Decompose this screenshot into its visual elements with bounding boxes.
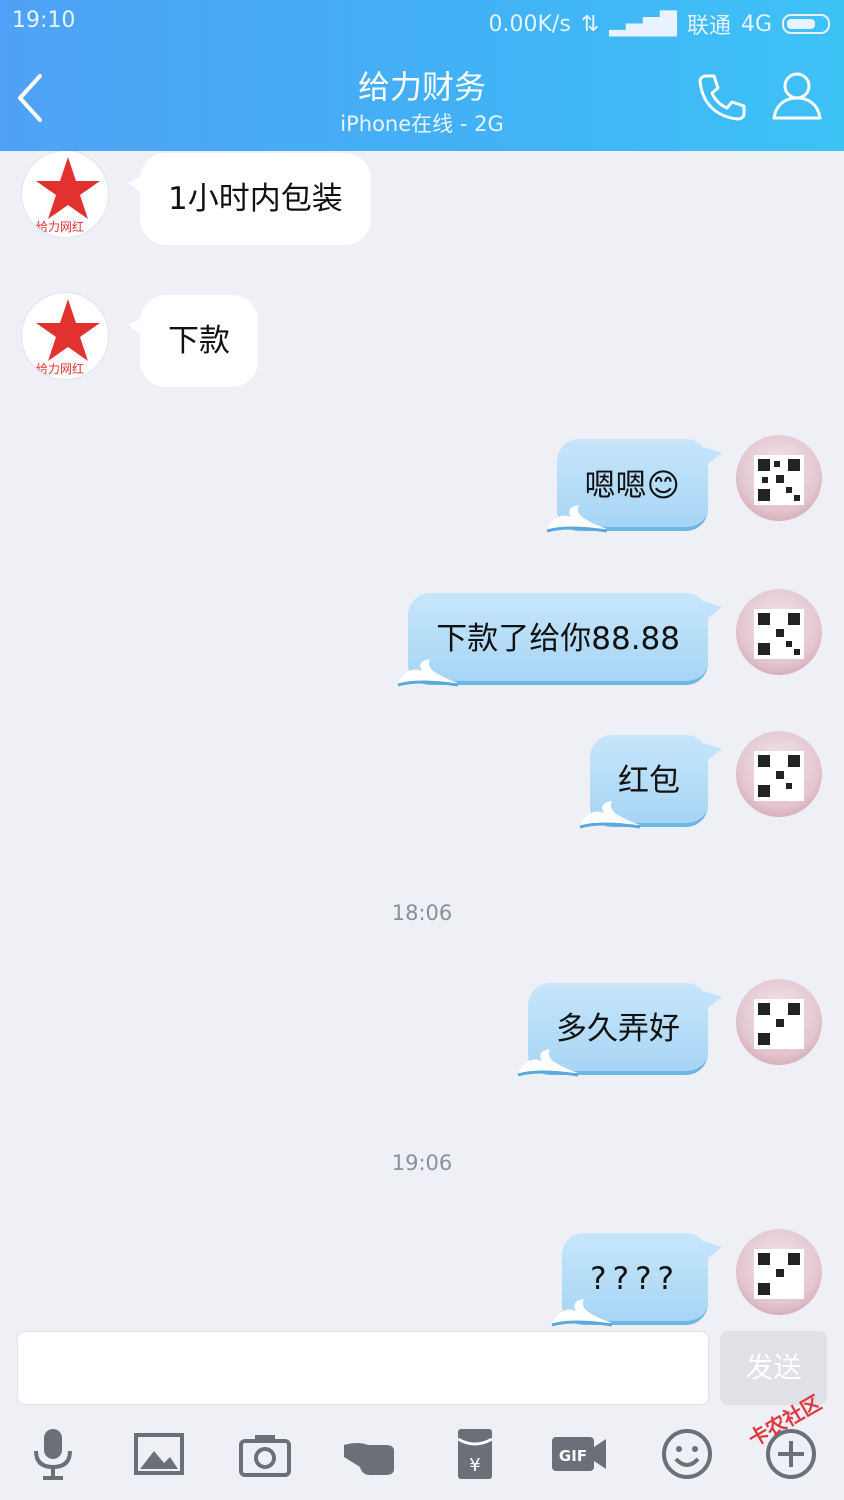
message-bubble[interactable]: 下款了给你88.88 — [397, 593, 722, 687]
wave-decoration-icon — [517, 1049, 579, 1077]
signal-icon: ▂▄▆█ — [609, 11, 677, 37]
camera-icon[interactable] — [236, 1425, 294, 1483]
input-toolbar: ¥ GIF — [0, 1421, 844, 1497]
my-avatar[interactable] — [736, 589, 822, 675]
smile-emoji-icon: 😊 — [646, 466, 680, 504]
wave-decoration-icon — [397, 659, 459, 687]
input-area: 发送 ¥ GIF — [0, 1331, 844, 1500]
status-indicators: 0.00K/s ⇅ ▂▄▆█ 联通 4G — [489, 8, 830, 40]
qr-code-icon — [754, 609, 804, 659]
status-bar: 19:10 0.00K/s ⇅ ▂▄▆█ 联通 4G — [0, 0, 844, 46]
contact-avatar[interactable]: 给力网红 — [22, 293, 108, 379]
svg-text:¥: ¥ — [469, 1455, 480, 1476]
message-row: 红包 — [0, 731, 844, 841]
image-icon[interactable] — [130, 1425, 188, 1483]
gif-icon[interactable]: GIF — [550, 1425, 608, 1483]
message-row: 给力网红 下款 — [0, 293, 844, 393]
red-packet-icon[interactable]: ¥ — [446, 1425, 504, 1483]
message-row: 多久弄好 — [0, 979, 844, 1089]
message-bubble[interactable]: 多久弄好 — [517, 983, 722, 1077]
message-bubble[interactable]: 嗯嗯😊 — [546, 439, 723, 533]
svg-text:GIF: GIF — [559, 1447, 587, 1465]
contact-avatar[interactable]: 给力网红 — [22, 151, 108, 237]
chat-area[interactable]: 给力网红 1小时内包装 给力网红 下款 嗯嗯😊 下款了给你88.88 红包 18… — [0, 151, 844, 1331]
carrier-name: 联通 — [686, 14, 731, 39]
message-bubble[interactable]: 红包 — [579, 735, 722, 829]
avatar-logo-text: 给力网红 — [36, 219, 84, 234]
poke-icon[interactable] — [342, 1425, 400, 1483]
data-transfer-icon: ⇅ — [580, 11, 600, 37]
qr-code-icon — [754, 455, 804, 505]
my-avatar[interactable] — [736, 979, 822, 1065]
message-bubble[interactable]: ???? — [551, 1233, 722, 1327]
timestamp: 19:06 — [391, 1151, 453, 1175]
wave-decoration-icon — [546, 505, 607, 533]
emoji-icon[interactable] — [658, 1425, 716, 1483]
message-row: ???? — [0, 1229, 844, 1331]
star-logo-icon: 给力网红 — [36, 157, 100, 234]
status-time: 19:10 — [12, 8, 76, 33]
network-speed: 0.00K/s — [488, 11, 571, 37]
message-row: 嗯嗯😊 — [0, 435, 844, 545]
wave-decoration-icon — [551, 1299, 613, 1327]
wave-decoration-icon — [579, 801, 641, 829]
avatar-logo-text: 给力网红 — [36, 361, 84, 376]
message-bubble[interactable]: 下款 — [128, 295, 258, 387]
timestamp: 18:06 — [391, 901, 453, 925]
message-input[interactable] — [17, 1331, 709, 1405]
qr-code-icon — [754, 1249, 804, 1299]
mic-icon[interactable] — [24, 1425, 82, 1483]
message-text: 下款了给你88.88 — [436, 621, 680, 657]
message-bubble[interactable]: 1小时内包装 — [128, 153, 371, 245]
star-logo-icon: 给力网红 — [36, 299, 100, 376]
message-row: 给力网红 1小时内包装 — [0, 151, 844, 251]
network-type: 4G — [740, 11, 772, 37]
profile-icon[interactable] — [770, 68, 824, 122]
my-avatar[interactable] — [736, 731, 822, 817]
message-row: 下款了给你88.88 — [0, 589, 844, 699]
chat-header: 19:10 0.00K/s ⇅ ▂▄▆█ 联通 4G 给力财务 iPhone在线… — [0, 0, 844, 151]
qr-code-icon — [754, 999, 804, 1049]
my-avatar[interactable] — [736, 1229, 822, 1315]
battery-icon — [782, 14, 830, 34]
my-avatar[interactable] — [736, 435, 822, 521]
qr-code-icon — [754, 751, 804, 801]
phone-icon[interactable] — [694, 70, 748, 124]
